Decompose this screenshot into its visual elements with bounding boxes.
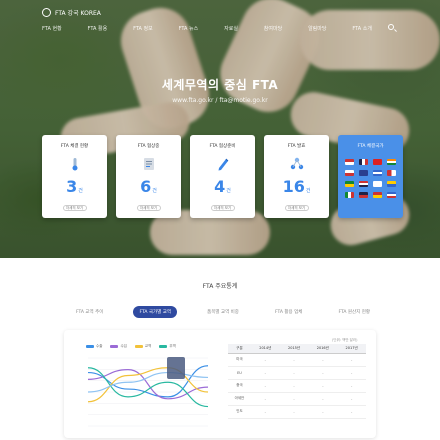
- table-header: 2017년: [337, 344, 366, 354]
- section-title: FTA 주요통계: [202, 283, 238, 290]
- table-row: 아세안 - - - -: [228, 392, 366, 406]
- flag-icon: [387, 159, 396, 165]
- table-header: 2015년: [279, 344, 309, 354]
- flag-icon: [345, 170, 354, 176]
- legend-item[interactable]: 수입: [110, 344, 127, 349]
- legend-item[interactable]: 수출: [86, 344, 102, 349]
- card-title: FTA 체결국가: [357, 144, 384, 149]
- site-logo[interactable]: FTA 강국 KOREA: [42, 8, 101, 17]
- legend-item[interactable]: 무역: [159, 344, 176, 349]
- flag-icon: [373, 192, 382, 198]
- tab-item-share[interactable]: 품목별 교역 비중: [201, 306, 245, 318]
- flag-icon: [345, 159, 354, 165]
- table-row: EU - - - -: [228, 366, 366, 380]
- card-value: 4: [214, 177, 226, 196]
- flag-icon: [359, 181, 368, 187]
- flag-icon: [345, 192, 354, 198]
- stat-card[interactable]: FTA 협상중 6건 자세히 보기: [116, 135, 181, 218]
- card-value: 3: [66, 177, 78, 196]
- stat-card[interactable]: FTA 협상준비 4건 자세히 보기: [190, 135, 255, 218]
- stats-table: 구분 2014년 2015년 2016년 2017년 미국 - - - - EU…: [228, 344, 366, 419]
- stats-tabs: FTA 교역 추이 FTA 국가별 교역 품목별 교역 비중 FTA 활용 업체…: [70, 306, 376, 318]
- nav-item[interactable]: FTA 뉴스: [179, 25, 199, 32]
- legend-item[interactable]: 교역: [134, 344, 151, 349]
- table-header: 구분: [228, 344, 251, 354]
- hero-title: 세계무역의 중심 FTA: [161, 78, 279, 92]
- chart-legend: 수출 수입 교역 무역: [86, 344, 176, 349]
- main-menu: FTA 현황 FTA 활용 FTA 정보 FTA 뉴스 자료실 참여마당 알림마…: [42, 25, 372, 32]
- stats-panel: 수출 수입 교역 무역 (단위: 백만 달러) 구분 2014년 2015년 2…: [64, 330, 376, 438]
- flag-icon: [359, 192, 368, 198]
- more-button[interactable]: 자세히 보기: [136, 205, 161, 211]
- card-title: FTA 협상준비: [209, 144, 236, 149]
- card-value: 6: [140, 177, 152, 196]
- more-button[interactable]: 자세히 보기: [284, 205, 309, 211]
- card-title: FTA 체결 현황: [60, 144, 89, 149]
- partner-countries-card[interactable]: FTA 체결국가: [338, 135, 403, 218]
- document-icon: [143, 158, 154, 170]
- nav-item[interactable]: FTA 정보: [133, 25, 153, 32]
- trade-line-chart[interactable]: [74, 352, 214, 436]
- card-unit: 건: [152, 188, 157, 194]
- flag-icon: [359, 170, 368, 176]
- tab-companies[interactable]: FTA 활용 업체: [269, 306, 308, 318]
- flags-icon: [344, 159, 397, 198]
- flag-icon: [387, 170, 396, 176]
- series-line[interactable]: [87, 367, 209, 408]
- top-navigation: FTA 강국 KOREA FTA 현황 FTA 활용 FTA 정보 FTA 뉴스…: [0, 0, 440, 58]
- flag-icon: [373, 181, 382, 187]
- flag-icon: [387, 192, 396, 198]
- nav-item[interactable]: 참여마당: [264, 25, 282, 32]
- nav-item[interactable]: 자료실: [224, 25, 238, 32]
- table-header: 2014년: [250, 344, 280, 354]
- table-row: 미국 - - - -: [228, 353, 366, 367]
- card-unit: 건: [226, 188, 231, 194]
- nav-item[interactable]: FTA 소개: [352, 25, 372, 32]
- thermometer-icon: [72, 158, 77, 171]
- search-icon[interactable]: [388, 24, 394, 30]
- network-icon: [290, 157, 303, 170]
- logo-icon: [42, 8, 51, 17]
- stat-card[interactable]: FTA 체결 현황 3건 자세히 보기: [42, 135, 107, 218]
- tab-country-trade[interactable]: FTA 국가별 교역: [133, 306, 178, 318]
- summary-cards: FTA 체결 현황 3건 자세히 보기 FTA 협상중 6건 자세히 보기 FT…: [42, 135, 403, 218]
- more-button[interactable]: 자세히 보기: [62, 205, 87, 211]
- card-title: FTA 협상중: [137, 144, 160, 149]
- flag-icon: [373, 170, 382, 176]
- series-line[interactable]: [87, 369, 209, 400]
- card-unit: 건: [305, 188, 311, 194]
- table-unit-note: (단위: 백만 달러): [332, 338, 358, 342]
- table-row: 중국 - - - -: [228, 379, 366, 393]
- stat-card[interactable]: FTA 발효 16건 자세히 보기: [264, 135, 329, 218]
- pen-icon: [218, 158, 228, 171]
- tab-trade-trend[interactable]: FTA 교역 추이: [70, 306, 109, 318]
- chart-tooltip: [167, 357, 185, 379]
- nav-item[interactable]: 알림마당: [308, 25, 326, 32]
- table-header: 2016년: [308, 344, 338, 354]
- flag-icon: [359, 159, 368, 165]
- nav-item[interactable]: FTA 활용: [88, 25, 108, 32]
- hero-subtitle: www.fta.go.kr / fta@motie.go.kr: [172, 97, 268, 104]
- hero-banner: FTA 강국 KOREA FTA 현황 FTA 활용 FTA 정보 FTA 뉴스…: [0, 0, 440, 258]
- table-row: 인도 - - - -: [228, 405, 366, 419]
- flag-icon: [387, 181, 396, 187]
- flag-icon: [345, 181, 354, 187]
- tab-origin[interactable]: FTA 원산지 현황: [332, 306, 376, 318]
- nav-item[interactable]: FTA 현황: [42, 25, 62, 32]
- flag-icon: [373, 159, 382, 165]
- card-unit: 건: [78, 188, 83, 194]
- more-button[interactable]: 자세히 보기: [210, 205, 235, 211]
- card-title: FTA 발효: [287, 144, 306, 149]
- card-value: 16: [282, 177, 305, 196]
